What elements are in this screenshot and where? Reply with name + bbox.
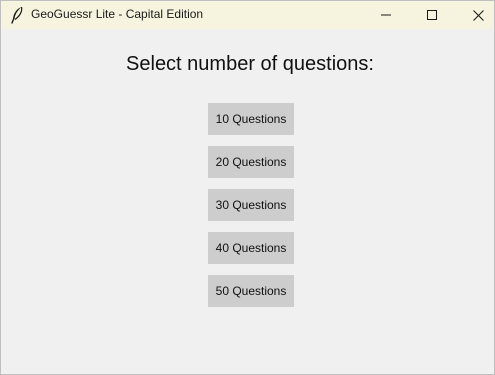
maximize-icon: [427, 10, 437, 20]
close-button[interactable]: [455, 1, 495, 29]
questions-40-button[interactable]: 40 Questions: [208, 232, 294, 264]
questions-30-button[interactable]: 30 Questions: [208, 189, 294, 221]
page-title: Select number of questions:: [126, 53, 374, 75]
questions-50-button[interactable]: 50 Questions: [208, 275, 294, 307]
questions-10-button[interactable]: 10 Questions: [208, 103, 294, 135]
close-icon: [472, 9, 484, 21]
app-window: GeoGuessr Lite - Capital Edition Select …: [0, 0, 495, 375]
questions-20-button[interactable]: 20 Questions: [208, 146, 294, 178]
minimize-icon: [381, 14, 391, 16]
main-content: Select number of questions: 10 Questions…: [1, 29, 494, 374]
feather-icon: [11, 6, 23, 24]
window-title: GeoGuessr Lite - Capital Edition: [31, 7, 204, 21]
minimize-button[interactable]: [363, 1, 409, 29]
title-bar[interactable]: GeoGuessr Lite - Capital Edition: [1, 1, 494, 29]
maximize-button[interactable]: [409, 1, 455, 29]
